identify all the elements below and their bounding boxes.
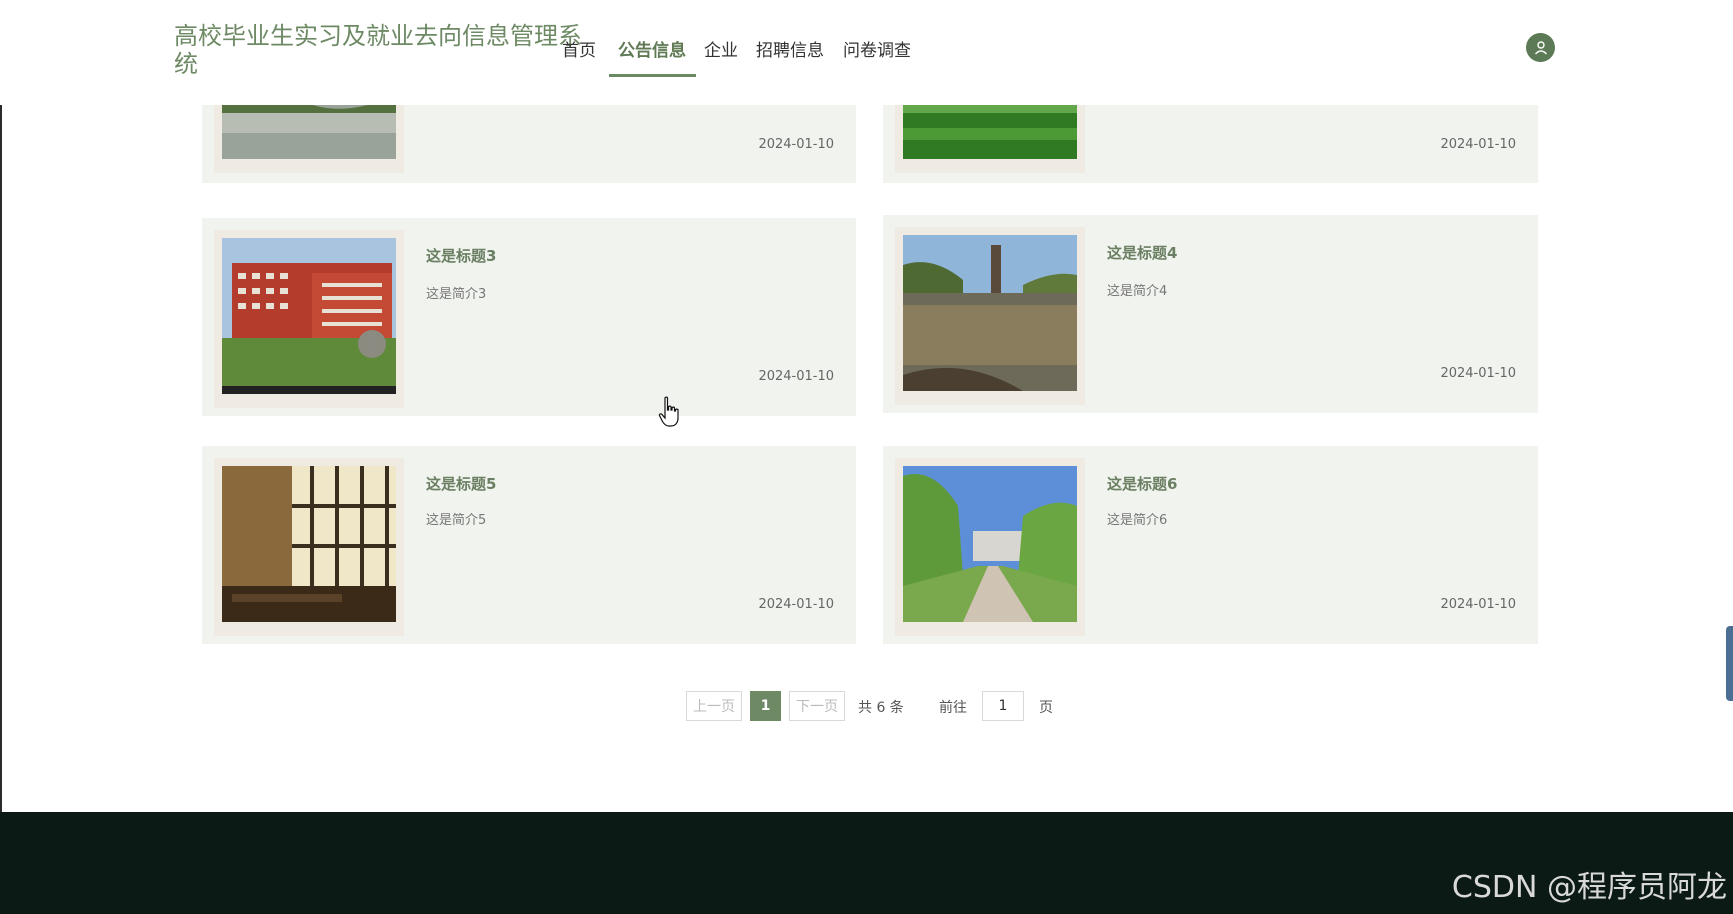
site-title[interactable]: 高校毕业生实习及就业去向信息管理系统: [174, 22, 594, 78]
nav-item-companies[interactable]: 企业: [704, 36, 738, 61]
top-header: 高校毕业生实习及就业去向信息管理系统 首页 公告信息 企业 招聘信息 问卷调查: [0, 0, 1733, 105]
thumb-frame: [895, 227, 1085, 405]
nav-item-notices[interactable]: 公告信息: [618, 36, 686, 61]
total-count: 共 6 条: [858, 700, 904, 716]
nav-item-recruitment[interactable]: 招聘信息: [756, 36, 824, 61]
goto-page-input[interactable]: [982, 691, 1024, 721]
card-description: 这是简介4: [1107, 284, 1168, 299]
hand-pointer-icon: [658, 396, 679, 427]
user-icon: [1534, 40, 1547, 54]
card-description: 这是简介6: [1107, 513, 1168, 528]
notice-card[interactable]: 这是标题4 这是简介4 2024-01-10: [883, 215, 1538, 413]
card-date: 2024-01-10: [1440, 597, 1516, 612]
thumb-frame: [214, 230, 404, 408]
page-number-current[interactable]: 1: [750, 691, 781, 721]
notice-card[interactable]: 这是标题6 这是简介6 2024-01-10: [883, 446, 1538, 644]
nav-item-survey[interactable]: 问卷调查: [843, 36, 911, 61]
active-nav-indicator: [609, 74, 696, 77]
notice-card[interactable]: 这是标题3 这是简介3 2024-01-10: [202, 218, 856, 416]
card-title[interactable]: 这是标题3: [426, 245, 496, 266]
watermark: CSDN @程序员阿龙: [1451, 870, 1727, 905]
goto-label: 前往: [939, 700, 967, 716]
card-date: 2024-01-10: [758, 137, 834, 152]
card-date: 2024-01-10: [758, 597, 834, 612]
card-title[interactable]: 这是标题4: [1107, 242, 1177, 263]
page-unit-label: 页: [1039, 700, 1053, 716]
card-date: 2024-01-10: [1440, 137, 1516, 152]
card-title[interactable]: 这是标题5: [426, 473, 496, 494]
card-date: 2024-01-10: [758, 369, 834, 384]
lake-tower-photo: [903, 235, 1077, 391]
next-page-button[interactable]: 下一页: [789, 691, 845, 721]
card-description: 这是简介5: [426, 513, 487, 528]
prev-page-button[interactable]: 上一页: [686, 691, 742, 721]
red-building-photo: [222, 238, 396, 394]
card-date: 2024-01-10: [1440, 366, 1516, 381]
nav-item-home[interactable]: 首页: [562, 36, 596, 61]
window-left-edge: [0, 0, 2, 812]
notice-card[interactable]: 这是标题5 这是简介5 2024-01-10: [202, 446, 856, 644]
sunlit-classroom-photo: [222, 466, 396, 622]
card-description: 这是简介3: [426, 287, 487, 302]
thumb-frame: [895, 458, 1085, 636]
card-title[interactable]: 这是标题6: [1107, 473, 1177, 494]
scrollbar-thumb[interactable]: [1726, 626, 1733, 701]
user-avatar[interactable]: [1526, 33, 1555, 62]
thumb-frame: [214, 458, 404, 636]
tree-lined-path-photo: [903, 466, 1077, 622]
